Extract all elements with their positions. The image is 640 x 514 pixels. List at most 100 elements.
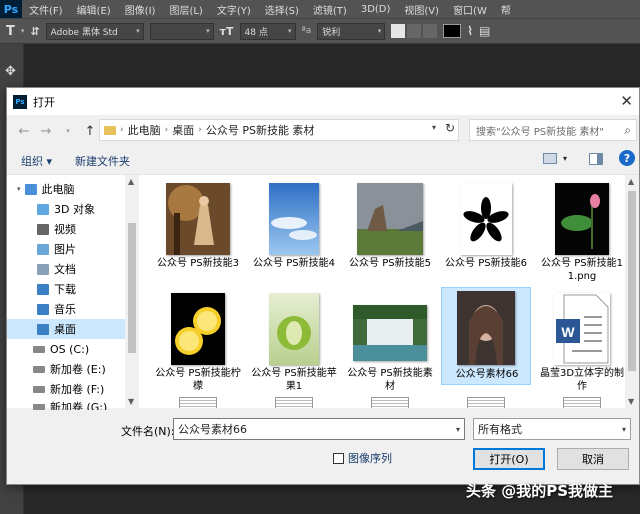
menu-3d[interactable]: 3D(D): [354, 4, 398, 15]
character-panel-icon[interactable]: ▤: [479, 24, 490, 38]
warp-text-icon[interactable]: ⌇: [467, 24, 473, 38]
type-tool-icon[interactable]: T: [6, 24, 15, 39]
font-style-select[interactable]: ▾: [149, 22, 214, 40]
orientation-toggle-icon[interactable]: ⇵: [30, 25, 39, 38]
help-icon[interactable]: ?: [619, 150, 635, 166]
up-arrow-icon[interactable]: ↑: [79, 124, 101, 139]
scroll-down-icon[interactable]: ▼: [628, 397, 634, 406]
menu-image[interactable]: 图像(I): [118, 2, 163, 17]
nav-item-videos[interactable]: 视频: [7, 219, 125, 239]
breadcrumb-folder[interactable]: 公众号 PS新技能 素材: [206, 122, 315, 138]
text-color-swatch[interactable]: [443, 24, 462, 38]
nav-label: 3D 对象: [54, 203, 95, 216]
address-bar[interactable]: › 此电脑 › 桌面 › 公众号 PS新技能 素材 ▾ ↻: [99, 119, 459, 141]
image-sequence-checkbox[interactable]: [333, 452, 344, 464]
dialog-title: 打开: [33, 95, 55, 109]
back-arrow-icon[interactable]: ←: [13, 124, 35, 139]
file-item[interactable]: W 晶莹3D立体字的制作: [537, 289, 627, 395]
file-item-partial[interactable]: [179, 397, 217, 408]
open-file-dialog: Ps 打开 ✕ ← → ▾ ↑ › 此电脑 › 桌面 › 公众号 PS新技能 素…: [6, 87, 640, 485]
nav-item-this-pc[interactable]: ▾ 此电脑: [7, 179, 125, 199]
breadcrumb-desktop[interactable]: 桌面: [172, 122, 194, 138]
file-label: 晶莹3D立体字的制作: [539, 368, 625, 392]
scroll-up-icon[interactable]: ▲: [628, 177, 634, 186]
new-folder-button[interactable]: 新建文件夹: [75, 153, 130, 169]
font-size-select[interactable]: 48 点 ▾: [239, 22, 296, 40]
menu-help[interactable]: 帮: [494, 2, 518, 17]
file-item[interactable]: 公众号 PS新技能素材: [345, 289, 435, 395]
nav-scrollbar[interactable]: ▲ ▼: [125, 175, 139, 409]
nav-item-music[interactable]: 音乐: [7, 299, 125, 319]
menu-layer[interactable]: 图层(L): [162, 2, 209, 17]
font-family-select[interactable]: Adobe 黑体 Std ▾: [45, 22, 144, 40]
scroll-up-icon[interactable]: ▲: [128, 177, 134, 186]
chevron-down-icon[interactable]: ▾: [17, 185, 21, 193]
filename-input[interactable]: 公众号素材66 ▾: [173, 418, 465, 440]
menu-filter[interactable]: 滤镜(T): [306, 2, 354, 17]
nav-item-downloads[interactable]: 下载: [7, 279, 125, 299]
file-item[interactable]: 公众号 PS新技能6: [441, 179, 531, 285]
photoshop-icon: Ps: [13, 94, 27, 109]
nav-item-desktop[interactable]: 桌面: [7, 319, 125, 339]
align-left-icon[interactable]: [391, 24, 406, 38]
file-item-partial[interactable]: [563, 397, 601, 408]
menu-file[interactable]: 文件(F): [22, 2, 70, 17]
files-scroll-thumb[interactable]: [628, 191, 636, 371]
antialias-value: 锐利: [322, 27, 341, 38]
folder-icon: [104, 125, 116, 135]
chevron-down-icon[interactable]: ▾: [432, 123, 436, 132]
align-right-icon[interactable]: [423, 24, 438, 38]
menu-edit[interactable]: 编辑(E): [70, 2, 118, 17]
menu-type[interactable]: 文字(Y): [210, 2, 258, 17]
preview-pane-icon[interactable]: [589, 153, 603, 165]
menu-select[interactable]: 选择(S): [258, 2, 306, 17]
nav-item-drive-e[interactable]: 新加卷 (E:): [7, 359, 125, 379]
view-options-icon[interactable]: [543, 153, 557, 164]
menu-view[interactable]: 视图(V): [397, 2, 446, 17]
file-item[interactable]: 公众号 PS新技能4: [249, 179, 339, 285]
nav-item-drive-f[interactable]: 新加卷 (F:): [7, 379, 125, 399]
breadcrumb-this-pc[interactable]: 此电脑: [128, 122, 161, 138]
organize-button[interactable]: 组织 ▾: [21, 153, 52, 169]
open-button[interactable]: 打开(O): [473, 448, 545, 470]
refresh-icon[interactable]: ↻: [445, 121, 455, 135]
file-format-select[interactable]: 所有格式 ▾: [473, 418, 631, 440]
search-input[interactable]: 搜索"公众号 PS新技能 素材" ⌕: [469, 119, 637, 141]
file-item-partial[interactable]: [275, 397, 313, 408]
close-icon[interactable]: ✕: [620, 92, 633, 110]
move-tool-icon[interactable]: ✥: [5, 64, 16, 79]
chevron-down-icon[interactable]: ▾: [456, 425, 460, 434]
scroll-down-icon[interactable]: ▼: [128, 397, 134, 406]
align-center-icon[interactable]: [407, 24, 422, 38]
file-grid: 公众号 PS新技能3 公众号 PS新技能4 公众号 PS新技能5 公众号 PS新…: [139, 174, 639, 408]
chevron-down-icon[interactable]: ▾: [563, 154, 567, 163]
nav-item-documents[interactable]: 文档: [7, 259, 125, 279]
rock-landscape-thumb: [357, 183, 423, 255]
chevron-down-icon: ▾: [136, 27, 140, 35]
menu-window[interactable]: 窗口(W: [446, 2, 494, 17]
file-item-partial[interactable]: [467, 397, 505, 408]
file-item[interactable]: 公众号 PS新技能5: [345, 179, 435, 285]
nav-item-pictures[interactable]: 图片: [7, 239, 125, 259]
nav-label: 新加卷 (E:): [50, 363, 106, 376]
nav-scroll-thumb[interactable]: [128, 223, 136, 353]
address-row: ← → ▾ ↑ › 此电脑 › 桌面 › 公众号 PS新技能 素材 ▾ ↻ 搜索…: [7, 116, 639, 146]
antialias-select[interactable]: 锐利 ▾: [317, 22, 386, 40]
nav-item-drive-c[interactable]: OS (C:): [7, 339, 125, 359]
nav-item-3d-objects[interactable]: 3D 对象: [7, 199, 125, 219]
image-sequence-option[interactable]: 图像序列: [333, 450, 392, 466]
file-item[interactable]: 公众号 PS新技能11.png: [537, 179, 627, 285]
file-label: 公众号 PS新技能11.png: [541, 258, 623, 282]
file-item-selected[interactable]: 公众号素材66: [441, 287, 531, 385]
files-scrollbar[interactable]: ▲ ▼: [625, 175, 639, 408]
file-item[interactable]: 公众号 PS新技能苹果1: [249, 289, 339, 395]
cancel-button[interactable]: 取消: [557, 448, 629, 470]
file-item[interactable]: 公众号 PS新技能柠檬: [153, 289, 243, 395]
file-label: 公众号 PS新技能5: [349, 258, 431, 269]
forward-arrow-icon[interactable]: →: [35, 124, 57, 139]
recent-locations-icon[interactable]: ▾: [57, 127, 79, 135]
search-icon: ⌕: [624, 123, 631, 137]
file-item-partial[interactable]: [371, 397, 409, 408]
file-item[interactable]: 公众号 PS新技能3: [153, 179, 243, 285]
tool-preset-dropdown-icon[interactable]: ▾: [21, 27, 25, 35]
